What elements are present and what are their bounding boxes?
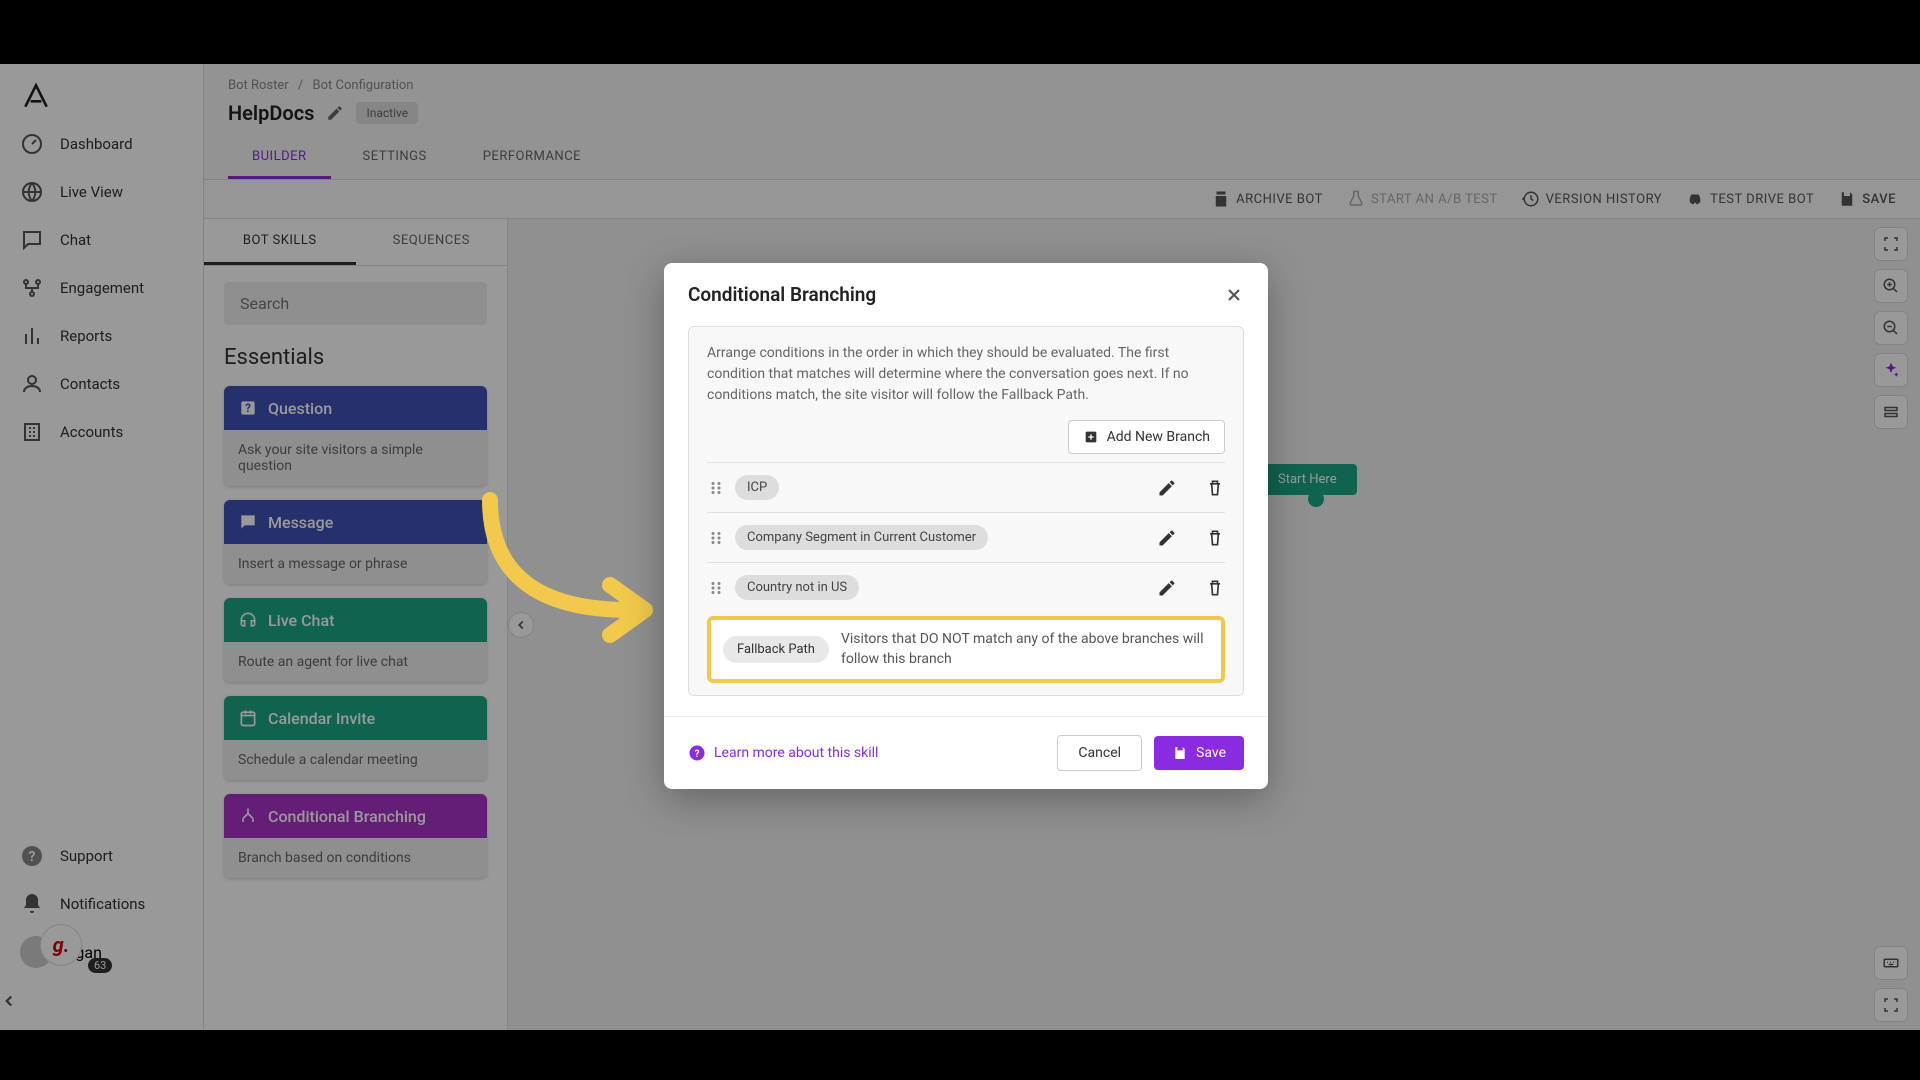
cancel-button[interactable]: Cancel	[1057, 735, 1142, 771]
save-icon	[1172, 745, 1188, 761]
arrow-annotation	[470, 490, 670, 670]
branch-row: Company Segment in Current Customer	[707, 512, 1225, 562]
branch-chip: Company Segment in Current Customer	[735, 525, 988, 550]
delete-icon[interactable]	[1205, 478, 1225, 498]
branch-chip: Country not in US	[735, 575, 859, 600]
close-icon[interactable]	[1224, 285, 1244, 305]
branch-row: ICP	[707, 462, 1225, 512]
conditional-branching-modal: Conditional Branching Arrange conditions…	[664, 263, 1268, 789]
modal-title: Conditional Branching	[688, 283, 876, 306]
edit-icon[interactable]	[1157, 578, 1177, 598]
svg-text:?: ?	[695, 749, 700, 760]
fallback-path-box: Fallback Path Visitors that DO NOT match…	[707, 616, 1225, 683]
delete-icon[interactable]	[1205, 578, 1225, 598]
drag-handle-icon[interactable]	[707, 479, 725, 497]
edit-icon[interactable]	[1157, 478, 1177, 498]
help-icon: ?	[688, 744, 706, 762]
modal-description: Arrange conditions in the order in which…	[707, 343, 1225, 406]
save-button[interactable]: Save	[1154, 736, 1244, 770]
drag-handle-icon[interactable]	[707, 579, 725, 597]
branch-chip: ICP	[735, 475, 779, 500]
fallback-text: Visitors that DO NOT match any of the ab…	[841, 630, 1209, 669]
edit-icon[interactable]	[1157, 528, 1177, 548]
drag-handle-icon[interactable]	[707, 529, 725, 547]
plus-icon	[1083, 429, 1099, 445]
learn-more-link[interactable]: ? Learn more about this skill	[688, 744, 878, 762]
delete-icon[interactable]	[1205, 528, 1225, 548]
fallback-chip: Fallback Path	[723, 636, 829, 663]
add-branch-button[interactable]: Add New Branch	[1068, 420, 1225, 454]
branch-row: Country not in US	[707, 562, 1225, 612]
